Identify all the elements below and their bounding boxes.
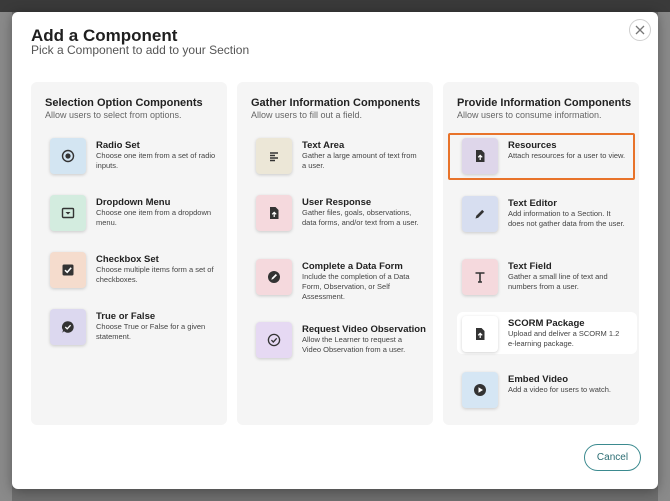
component-title: SCORM Package — [508, 318, 585, 329]
column-title: Provide Information Components — [457, 97, 632, 109]
dropdown-icon — [50, 195, 86, 231]
component-description: Upload and deliver a SCORM 1.2 e-learnin… — [508, 329, 620, 348]
component-description: Gather a small line of text and numbers … — [508, 272, 608, 291]
component-description: Gather a large amount of text from a use… — [302, 151, 417, 170]
text-align-icon — [256, 138, 292, 174]
check-bubble-icon — [50, 309, 86, 345]
play-icon — [462, 372, 498, 408]
component-title: Complete a Data Form — [302, 261, 403, 272]
component-title: Text Field — [508, 261, 552, 272]
close-icon — [635, 25, 645, 35]
check-circle-icon — [256, 322, 292, 358]
checkbox-icon — [50, 252, 86, 288]
component-description: Add a video for users to watch. — [508, 385, 611, 394]
selected-component-highlight — [448, 133, 635, 180]
component-description: Choose True or False for a given stateme… — [96, 322, 206, 341]
component-title: Dropdown Menu — [96, 197, 171, 208]
component-title: Text Editor — [508, 198, 557, 209]
cancel-button[interactable]: Cancel — [584, 444, 641, 471]
column-selection-options: Selection Option Components Allow users … — [31, 82, 227, 425]
component-title: Embed Video — [508, 374, 569, 385]
component-description: Add information to a Section. It does no… — [508, 209, 625, 228]
component-description: Choose one item from a set of radio inpu… — [96, 151, 216, 170]
column-gather-information: Gather Information Components Allow user… — [237, 82, 433, 425]
component-title: Radio Set — [96, 140, 140, 151]
radio-icon — [50, 138, 86, 174]
component-description: Choose multiple items form a set of chec… — [96, 265, 214, 284]
file-upload-icon — [256, 195, 292, 231]
backdrop-right — [658, 12, 670, 501]
component-title: True or False — [96, 311, 156, 322]
pen-circle-icon — [256, 259, 292, 295]
component-title: Checkbox Set — [96, 254, 159, 265]
backdrop-left — [0, 12, 12, 501]
modal-subtitle: Pick a Component to add to your Section — [31, 43, 250, 57]
column-title: Gather Information Components — [251, 97, 421, 109]
column-subtitle: Allow users to select from options. — [45, 110, 182, 120]
component-description: Choose one item from a dropdown menu. — [96, 208, 212, 227]
add-component-modal: Add a Component Pick a Component to add … — [12, 12, 658, 489]
column-subtitle: Allow users to fill out a field. — [251, 110, 363, 120]
close-button[interactable] — [629, 19, 651, 41]
pen-icon — [462, 196, 498, 232]
text-icon — [462, 259, 498, 295]
component-title: User Response — [302, 197, 372, 208]
component-title: Request Video Observation — [302, 324, 426, 335]
column-subtitle: Allow users to consume information. — [457, 110, 602, 120]
component-title: Text Area — [302, 140, 345, 151]
component-description: Allow the Learner to request a Video Obs… — [302, 335, 406, 354]
backdrop-top — [0, 0, 670, 12]
file-upload-icon — [462, 316, 498, 352]
component-description: Include the completion of a Data Form, O… — [302, 272, 410, 301]
column-title: Selection Option Components — [45, 97, 203, 109]
component-description: Gather files, goals, observations, data … — [302, 208, 419, 227]
